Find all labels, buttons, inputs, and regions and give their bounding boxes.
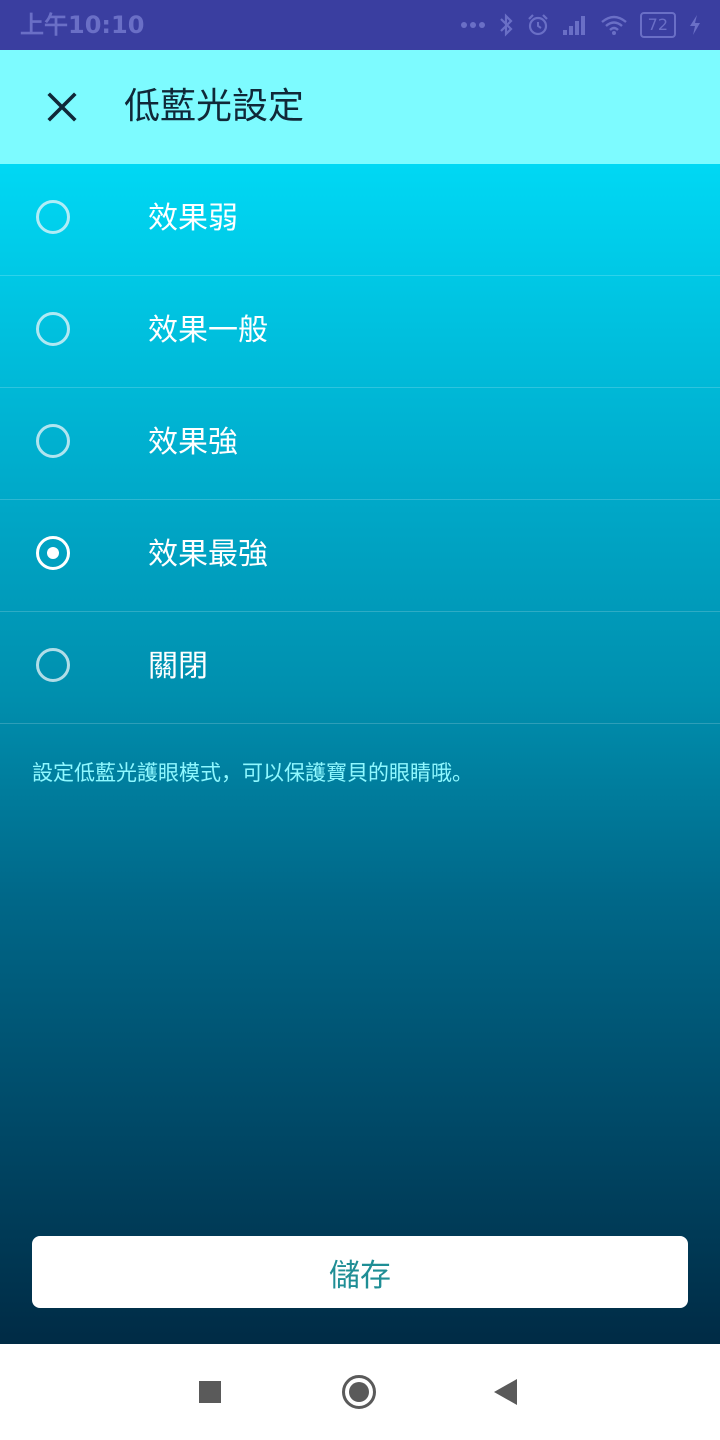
status-icons: 72 — [460, 10, 702, 40]
navigation-bar — [0, 1344, 720, 1440]
settings-content: 效果弱 效果一般 效果強 效果最強 關閉 設定低藍光護眼模式，可以保護寶貝的眼睛… — [0, 164, 720, 1344]
more-dots-icon — [460, 22, 485, 28]
close-button[interactable] — [30, 75, 94, 139]
back-icon[interactable] — [494, 1379, 517, 1405]
status-bar: 上午10:10 72 — [0, 0, 720, 50]
screen: 上午10:10 72 低藍光設定 效果弱 效果一般 效果強 效果最強 關閉 設定… — [0, 0, 720, 1440]
option-label: 關閉 — [148, 649, 208, 684]
save-button[interactable]: 儲存 — [32, 1236, 688, 1308]
option-label: 效果弱 — [148, 201, 238, 236]
option-weak[interactable]: 效果弱 — [0, 164, 720, 276]
recent-apps-icon[interactable] — [199, 1381, 221, 1403]
hint-text: 設定低藍光護眼模式，可以保護寶貝的眼睛哦。 — [32, 761, 473, 785]
radio-button-strongest-selected[interactable] — [36, 536, 70, 570]
option-strong[interactable]: 效果強 — [0, 388, 720, 500]
option-label: 效果強 — [148, 425, 238, 460]
status-time: 上午10:10 — [20, 11, 145, 39]
radio-button-off[interactable] — [36, 648, 70, 682]
battery-icon: 72 — [639, 12, 676, 38]
option-label: 效果最強 — [148, 537, 268, 572]
app-bar: 低藍光設定 — [0, 50, 720, 164]
close-icon — [47, 92, 77, 122]
alarm-icon — [527, 14, 548, 36]
option-label: 效果一般 — [148, 313, 268, 348]
option-off[interactable]: 關閉 — [0, 612, 720, 724]
radio-button-normal[interactable] — [36, 312, 70, 346]
radio-button-weak[interactable] — [36, 200, 70, 234]
wifi-icon — [600, 15, 627, 35]
page-title: 低藍光設定 — [124, 86, 305, 127]
signal-icon — [562, 16, 585, 35]
home-icon[interactable] — [342, 1375, 376, 1409]
battery-level: 72 — [647, 15, 668, 34]
charging-icon — [690, 15, 700, 35]
bluetooth-icon — [499, 13, 513, 37]
option-normal[interactable]: 效果一般 — [0, 276, 720, 388]
radio-button-strong[interactable] — [36, 424, 70, 458]
option-strongest[interactable]: 效果最強 — [0, 500, 720, 612]
